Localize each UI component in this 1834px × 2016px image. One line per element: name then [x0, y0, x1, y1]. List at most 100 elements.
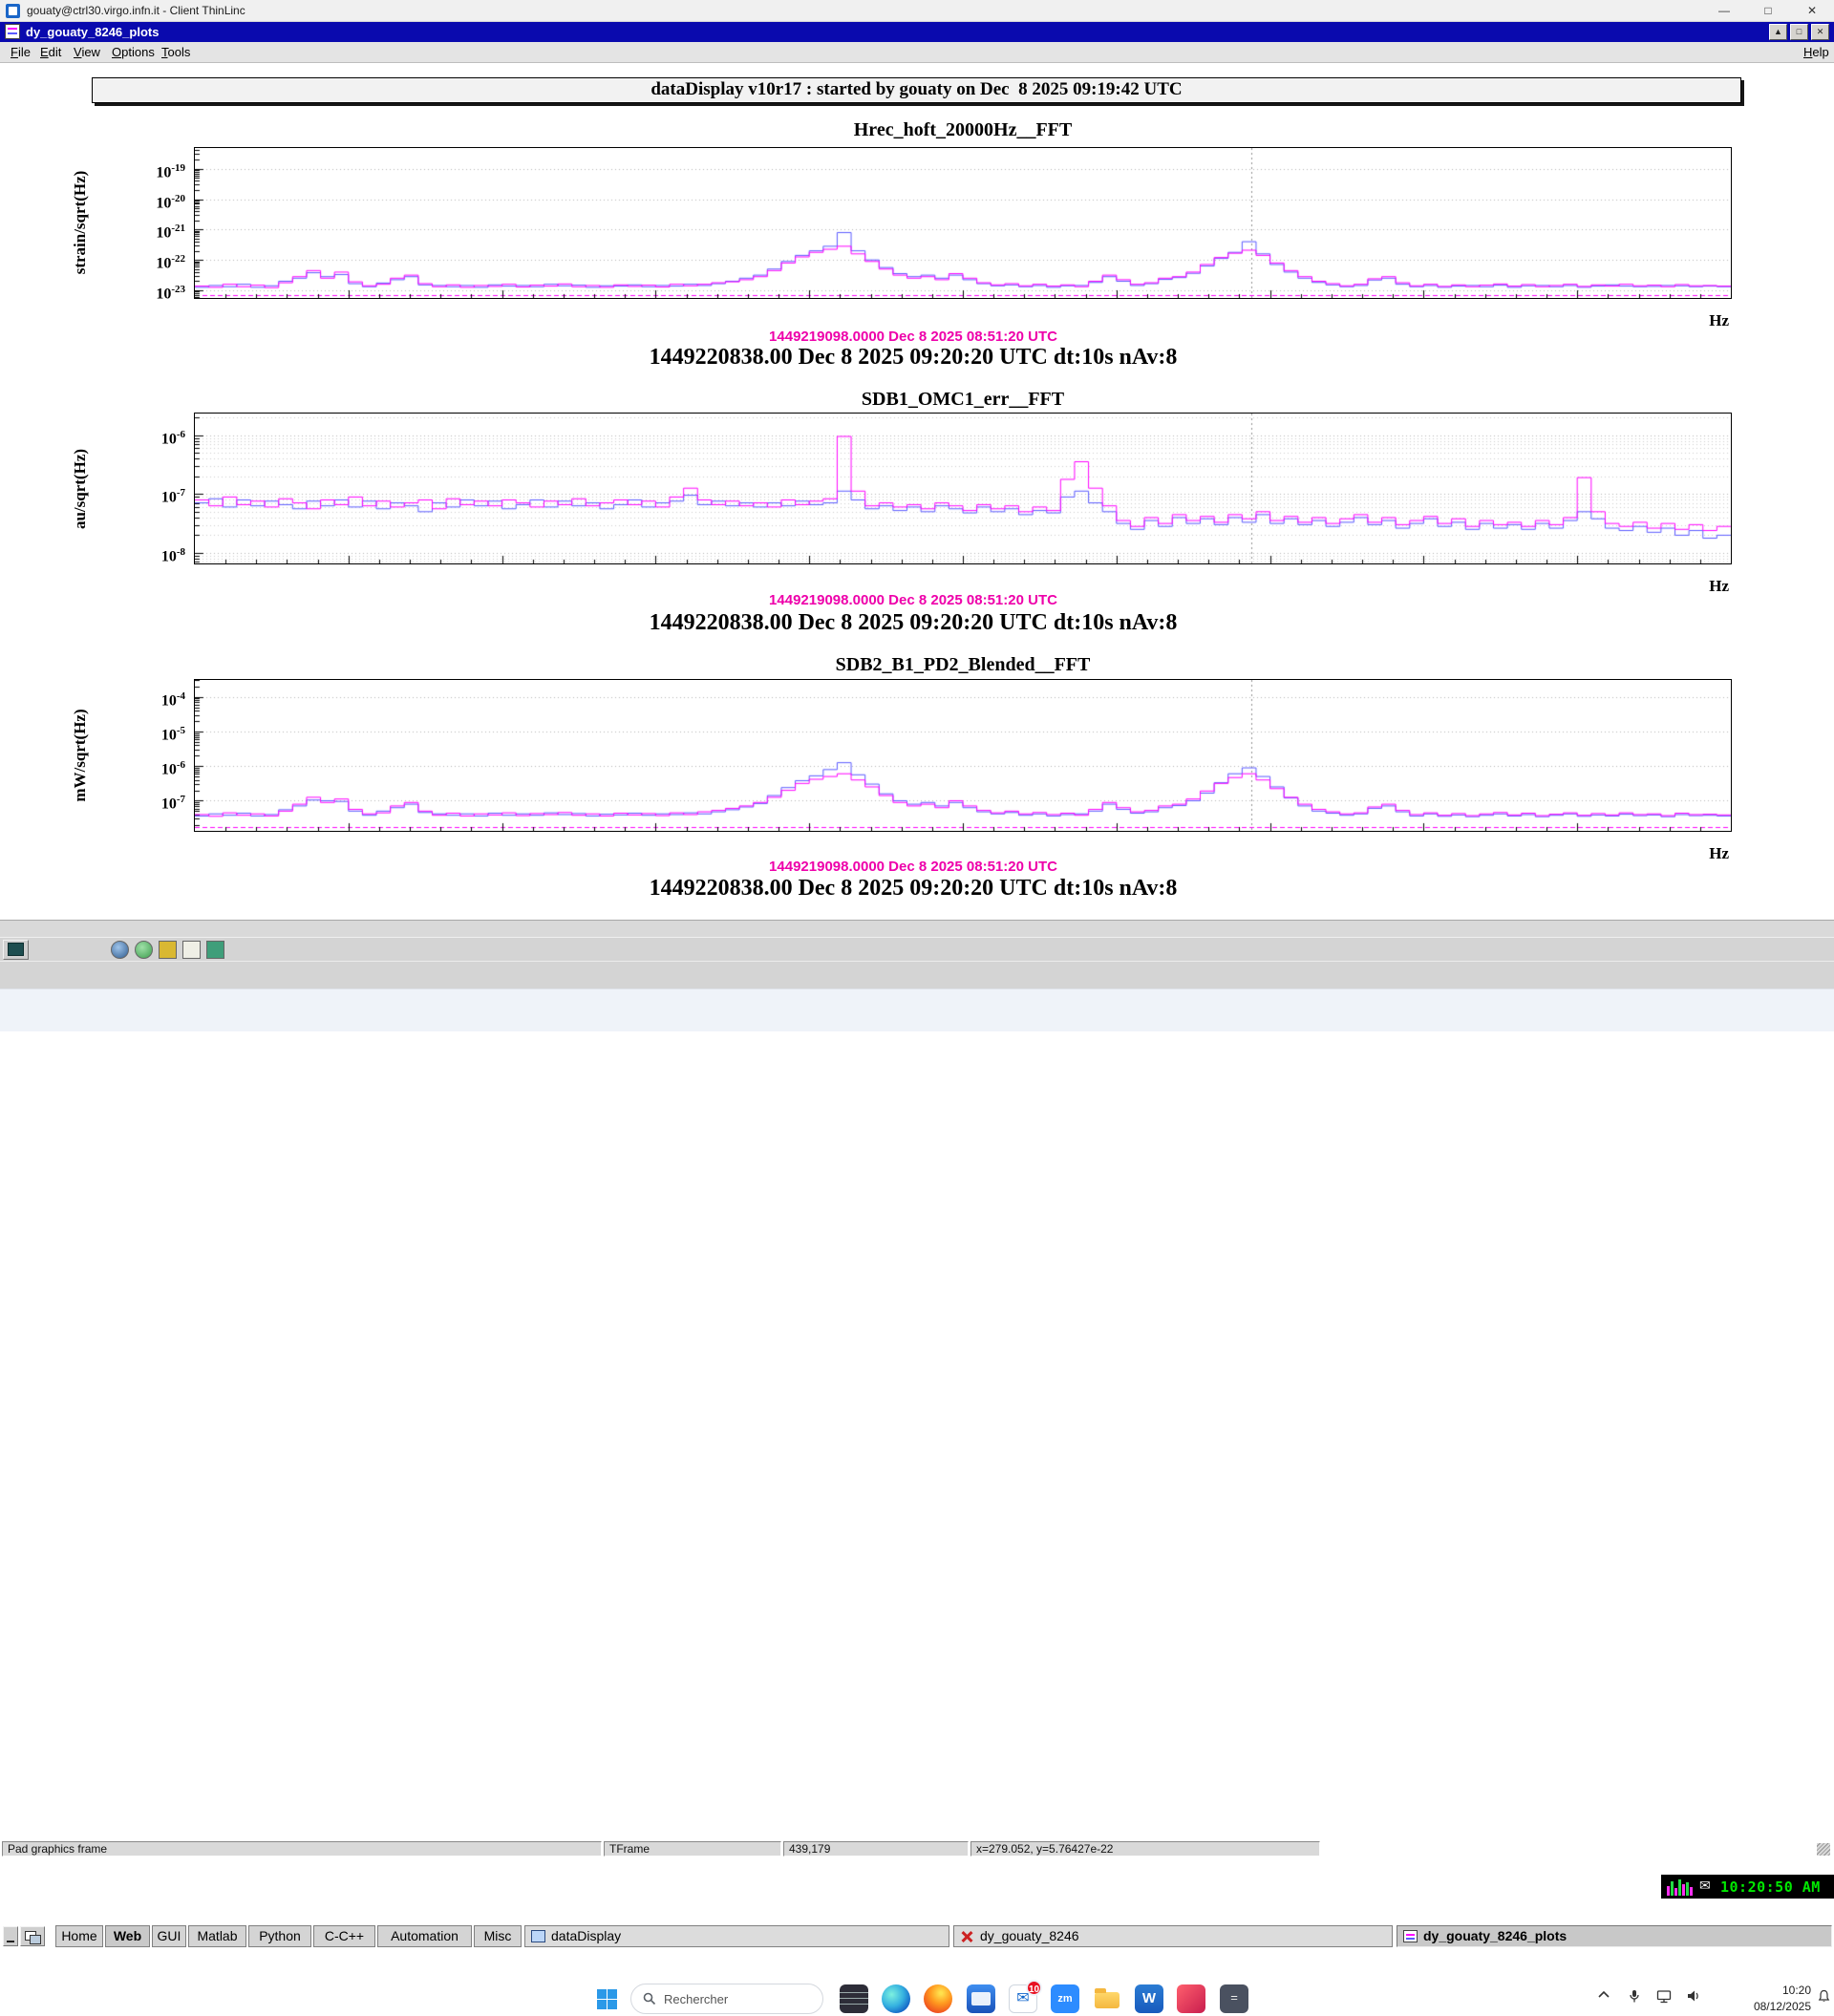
menu-tools[interactable]: Tools	[158, 42, 194, 63]
y-tick-label: 10-6	[160, 428, 185, 448]
task-window-dy-gouaty-8246-plots[interactable]: dy_gouaty_8246_plots	[1397, 1925, 1832, 1947]
y-tick-label: 10-4	[160, 690, 185, 710]
calculator-icon[interactable]: =	[1220, 1984, 1248, 2013]
minimize-button[interactable]: —	[1702, 0, 1746, 22]
y-tick-label: 10-8	[160, 545, 185, 565]
windows-taskbar: Rechercher ✉ 10 zm W = 10:20 08/12/2025	[0, 988, 1834, 2014]
thinlinc-app-icon	[6, 4, 20, 18]
workspace-automation[interactable]: Automation	[377, 1925, 472, 1947]
tray-chevron-icon[interactable]	[1597, 1989, 1610, 2001]
windows-logo-icon	[596, 1989, 617, 2009]
fvwm-dock: ✉ 10:20:50 AM	[1661, 1875, 1834, 1899]
launcher-monitor-icon[interactable]	[206, 941, 224, 959]
status-object-description: Pad graphics frame	[2, 1841, 602, 1857]
app-red-icon[interactable]	[1177, 1984, 1205, 2013]
plot-title: SDB1_OMC1_err__FFT	[861, 389, 1065, 410]
file-explorer-icon[interactable]	[1093, 1984, 1121, 2013]
fft-plot-canvas-pd2[interactable]	[195, 680, 1731, 831]
menu-options[interactable]: Options	[108, 42, 159, 63]
firefox-icon[interactable]	[924, 1984, 952, 2013]
workspace-matlab[interactable]: Matlab	[188, 1925, 246, 1947]
fft-plot-canvas-hrec[interactable]	[195, 148, 1731, 298]
plot-ref-time: 1449220838.00 Dec 8 2025 09:20:20 UTC dt…	[649, 610, 1178, 635]
datadisplay-window-icon	[5, 24, 20, 39]
y-tick-label: 10-5	[160, 724, 185, 744]
plot-title: SDB2_B1_PD2_Blended__FFT	[835, 654, 1091, 675]
search-placeholder: Rechercher	[664, 1991, 729, 2006]
menu-help[interactable]: Help	[1800, 42, 1833, 63]
session-banner: dataDisplay v10r17 : started by gouaty o…	[92, 77, 1741, 103]
display-cast-icon[interactable]	[1656, 1989, 1672, 2004]
audio-spectrum-icon	[1667, 1879, 1693, 1896]
monitor-icon	[531, 1930, 545, 1942]
maximize-button[interactable]: □	[1746, 0, 1790, 22]
microphone-icon[interactable]	[1628, 1989, 1641, 2004]
close-x11-button[interactable]: ✕	[1811, 24, 1829, 40]
fft-plot-frame-omc[interactable]	[194, 413, 1732, 564]
y-tick-label: 10-21	[156, 223, 185, 242]
mail-app-icon[interactable]: ✉ 10	[1009, 1980, 1042, 2013]
y-axis-label: strain/sqrt(Hz)	[71, 170, 89, 275]
y-tick-label: 10-19	[156, 161, 185, 180]
terminal-icon[interactable]	[840, 1984, 868, 2013]
zoom-icon[interactable]: zm	[1051, 1984, 1079, 2013]
workspace-cpp[interactable]: C-C++	[313, 1925, 375, 1947]
menu-view[interactable]: View	[70, 42, 104, 63]
plot-window-icon	[1403, 1930, 1418, 1942]
task-window-datadisplay[interactable]: dataDisplay	[524, 1925, 949, 1947]
notification-bell-icon[interactable]	[1817, 1989, 1831, 2004]
y-tick-label: 10-7	[160, 487, 185, 506]
thinlinc-client-icon[interactable]	[967, 1984, 995, 2013]
search-icon	[643, 1992, 656, 2005]
statusbar: Pad graphics frame TFrame 439,179 x=279.…	[0, 920, 1834, 1857]
x11-logo-icon	[960, 1930, 974, 1942]
status-data-coords: x=279.052, y=5.76427e-22	[970, 1841, 1320, 1857]
desktop-tool-button[interactable]	[3, 940, 29, 960]
y-axis-label: au/sqrt(Hz)	[71, 448, 89, 530]
fft-plot-canvas-omc[interactable]	[195, 414, 1731, 563]
speaker-icon[interactable]	[1687, 1989, 1702, 2003]
search-input[interactable]: Rechercher	[630, 1984, 823, 2014]
launcher-notes-icon[interactable]	[182, 941, 201, 959]
fvwm-icon-row: ✉ 10:20:50 AM	[0, 937, 1834, 1899]
folder-icon	[1095, 1988, 1120, 2008]
workspace-gui[interactable]: GUI	[152, 1925, 186, 1947]
tray-clock[interactable]: 10:20 08/12/2025	[1719, 1983, 1811, 2015]
launcher-globe-icon[interactable]	[111, 941, 129, 959]
resize-grip-icon[interactable]	[1817, 1843, 1830, 1856]
x-axis-unit: Hz	[1709, 311, 1729, 329]
edge-icon[interactable]	[882, 1984, 910, 2013]
desktop-tool-icon	[8, 943, 24, 956]
workspace-home[interactable]: Home	[55, 1925, 103, 1947]
x11-window-title: dy_gouaty_8246_plots	[26, 25, 160, 39]
launcher-editor-icon[interactable]	[159, 941, 177, 959]
task-window-dy-gouaty-8246[interactable]: dy_gouaty_8246	[953, 1925, 1393, 1947]
close-button[interactable]: ✕	[1790, 0, 1834, 22]
iconify-button[interactable]	[3, 1926, 18, 1946]
launcher-clock-icon[interactable]	[135, 941, 153, 959]
maximize-x11-button[interactable]: □	[1790, 24, 1808, 40]
pager-icon[interactable]	[20, 1926, 45, 1946]
y-axis-ticks: 10-19 10-20 10-21 10-22 10-23	[122, 147, 189, 303]
plot-title: Hrec_hoft_20000Hz__FFT	[853, 119, 1073, 140]
fft-plot-frame-hrec[interactable]	[194, 147, 1732, 299]
start-button[interactable]	[590, 1984, 623, 2016]
y-tick-label: 10-22	[156, 253, 185, 272]
task-window-label: dy_gouaty_8246	[980, 1928, 1079, 1943]
shade-button[interactable]: ▲	[1769, 24, 1787, 40]
menu-edit[interactable]: Edit	[36, 42, 65, 63]
y-tick-label: 10-20	[156, 192, 185, 211]
status-object-class: TFrame	[604, 1841, 781, 1857]
menu-file[interactable]: File	[7, 42, 34, 63]
notification-badge: 10	[1026, 1980, 1042, 1996]
workspace-python[interactable]: Python	[248, 1925, 311, 1947]
workspace-misc[interactable]: Misc	[474, 1925, 522, 1947]
workspace-web[interactable]: Web	[105, 1925, 150, 1947]
fft-plot-frame-pd2[interactable]	[194, 679, 1732, 832]
y-axis-label: mW/sqrt(Hz)	[71, 709, 89, 802]
mail-icon[interactable]: ✉	[1699, 1878, 1711, 1894]
dock-clock: 10:20:50 AM	[1720, 1878, 1821, 1896]
x11-titlebar[interactable]: dy_gouaty_8246_plots ▲ □ ✕	[0, 22, 1834, 42]
word-icon[interactable]: W	[1135, 1984, 1163, 2013]
task-window-label: dy_gouaty_8246_plots	[1423, 1928, 1567, 1943]
